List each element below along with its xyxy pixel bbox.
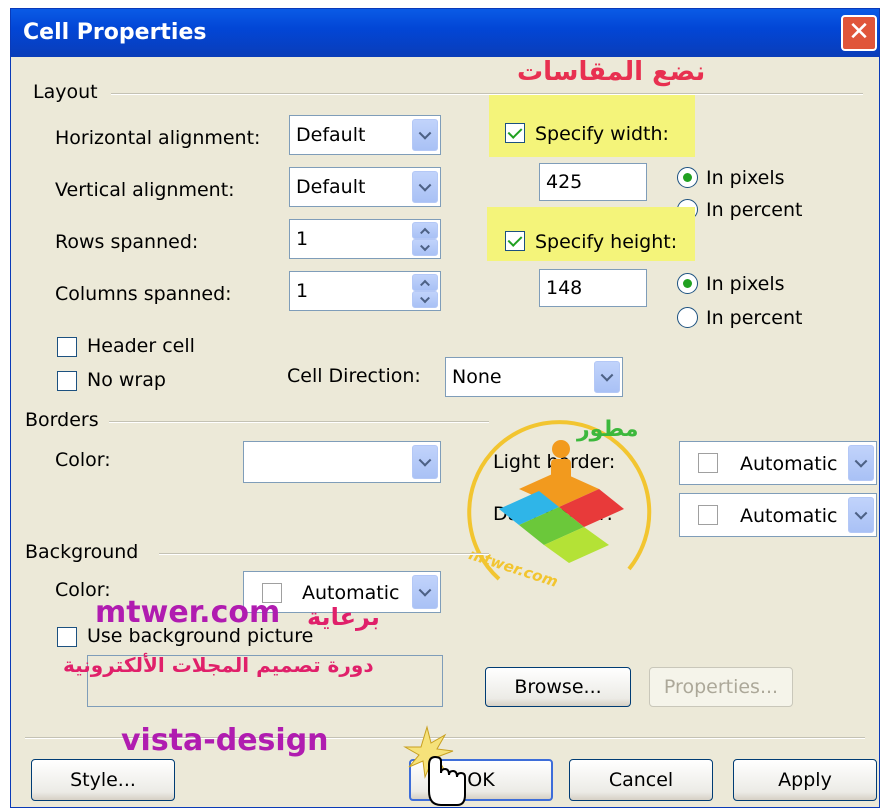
overlay-sponsor-arabic: برعاية xyxy=(307,603,380,631)
width-in-pixels-label: In pixels xyxy=(706,167,785,189)
header-cell-checkbox[interactable] xyxy=(57,337,77,357)
spin-up-icon[interactable] xyxy=(412,274,438,291)
background-divider xyxy=(159,553,489,555)
hand-cursor-icon xyxy=(401,725,471,807)
height-input[interactable]: 148 xyxy=(539,269,647,307)
height-in-percent-radio[interactable] xyxy=(677,307,698,328)
vertical-alignment-label: Vertical alignment: xyxy=(55,179,235,201)
overlay-course-arabic: دورة تصميم المجلات الألكترونية xyxy=(63,653,374,677)
use-background-picture-checkbox[interactable] xyxy=(57,627,77,647)
spin-down-icon[interactable] xyxy=(412,239,438,256)
spin-down-icon[interactable] xyxy=(412,291,438,308)
cell-properties-dialog: Cell Properties ✕ Layout Horizontal alig… xyxy=(10,8,880,808)
dark-border-swatch xyxy=(698,505,718,525)
overlay-heading-arabic: نضع المقاسات xyxy=(517,57,706,87)
chevron-down-icon[interactable] xyxy=(412,171,438,203)
style-button[interactable]: Style... xyxy=(31,759,175,801)
no-wrap-checkbox[interactable] xyxy=(57,371,77,391)
width-value: 425 xyxy=(546,171,583,193)
close-icon: ✕ xyxy=(848,17,870,47)
spin-up-icon[interactable] xyxy=(412,222,438,239)
background-color-value: Automatic xyxy=(302,582,400,604)
close-button[interactable]: ✕ xyxy=(841,15,877,51)
cell-direction-label: Cell Direction: xyxy=(287,365,421,387)
cell-direction-value: None xyxy=(452,366,502,388)
dialog-title: Cell Properties xyxy=(23,20,207,45)
mtwer-logo: مطور mtwer.com xyxy=(459,409,669,609)
chevron-down-icon[interactable] xyxy=(412,575,438,609)
height-in-pixels-label: In pixels xyxy=(706,273,785,295)
cell-direction-select[interactable]: None xyxy=(445,357,623,397)
dark-border-select[interactable]: Automatic xyxy=(679,493,877,537)
apply-button-label: Apply xyxy=(778,769,832,791)
title-bar[interactable]: Cell Properties ✕ xyxy=(11,9,879,57)
layout-divider xyxy=(111,93,863,95)
background-section-label: Background xyxy=(25,541,139,563)
columns-spanned-spin-buttons xyxy=(412,274,438,308)
logo-text: مطور xyxy=(577,417,639,442)
horizontal-alignment-label: Horizontal alignment: xyxy=(55,127,261,149)
browse-button-label: Browse... xyxy=(514,676,602,698)
browse-button[interactable]: Browse... xyxy=(485,667,631,707)
cancel-button-label: Cancel xyxy=(608,769,674,791)
apply-button[interactable]: Apply xyxy=(733,759,877,801)
style-button-label: Style... xyxy=(70,769,136,791)
borders-color-select[interactable] xyxy=(243,441,441,483)
rows-spanned-label: Rows spanned: xyxy=(55,231,199,253)
horizontal-alignment-select[interactable]: Default xyxy=(289,115,441,155)
chevron-down-icon[interactable] xyxy=(412,119,438,151)
height-in-pixels-radio[interactable] xyxy=(677,273,698,294)
specify-height-label: Specify height: xyxy=(535,231,678,253)
properties-button[interactable]: Properties... xyxy=(649,667,793,707)
height-value: 148 xyxy=(546,277,583,299)
cancel-button[interactable]: Cancel xyxy=(569,759,713,801)
height-in-percent-label: In percent xyxy=(706,307,803,329)
chevron-down-icon[interactable] xyxy=(848,497,874,533)
light-border-select[interactable]: Automatic xyxy=(679,441,877,485)
light-border-value: Automatic xyxy=(740,453,838,475)
width-input[interactable]: 425 xyxy=(539,163,647,201)
width-in-percent-label: In percent xyxy=(706,199,803,221)
specify-height-checkbox[interactable] xyxy=(505,231,525,251)
layout-section-label: Layout xyxy=(33,81,98,103)
borders-section-label: Borders xyxy=(25,409,99,431)
chevron-down-icon[interactable] xyxy=(594,361,620,393)
width-in-pixels-radio[interactable] xyxy=(677,167,698,188)
vertical-alignment-value: Default xyxy=(296,176,366,198)
columns-spanned-value: 1 xyxy=(296,280,309,302)
columns-spanned-stepper[interactable]: 1 xyxy=(289,271,441,311)
borders-divider xyxy=(109,421,489,423)
rows-spanned-stepper[interactable]: 1 xyxy=(289,219,441,259)
overlay-sponsor-site: mtwer.com xyxy=(95,595,281,630)
columns-spanned-label: Columns spanned: xyxy=(55,283,232,305)
horizontal-alignment-value: Default xyxy=(296,124,366,146)
properties-button-label: Properties... xyxy=(663,676,779,698)
rows-spanned-spin-buttons xyxy=(412,222,438,256)
specify-width-checkbox[interactable] xyxy=(505,123,525,143)
light-border-swatch xyxy=(698,453,718,473)
borders-color-label: Color: xyxy=(55,449,111,471)
chevron-down-icon[interactable] xyxy=(848,445,874,481)
vertical-alignment-select[interactable]: Default xyxy=(289,167,441,207)
specify-width-label: Specify width: xyxy=(535,123,669,145)
rows-spanned-value: 1 xyxy=(296,228,309,250)
overlay-brand: vista-design xyxy=(121,723,329,758)
chevron-down-icon[interactable] xyxy=(412,445,438,479)
no-wrap-label: No wrap xyxy=(87,369,166,391)
header-cell-label: Header cell xyxy=(87,335,195,357)
hand-cursor-graphic xyxy=(403,725,466,806)
dark-border-value: Automatic xyxy=(740,505,838,527)
